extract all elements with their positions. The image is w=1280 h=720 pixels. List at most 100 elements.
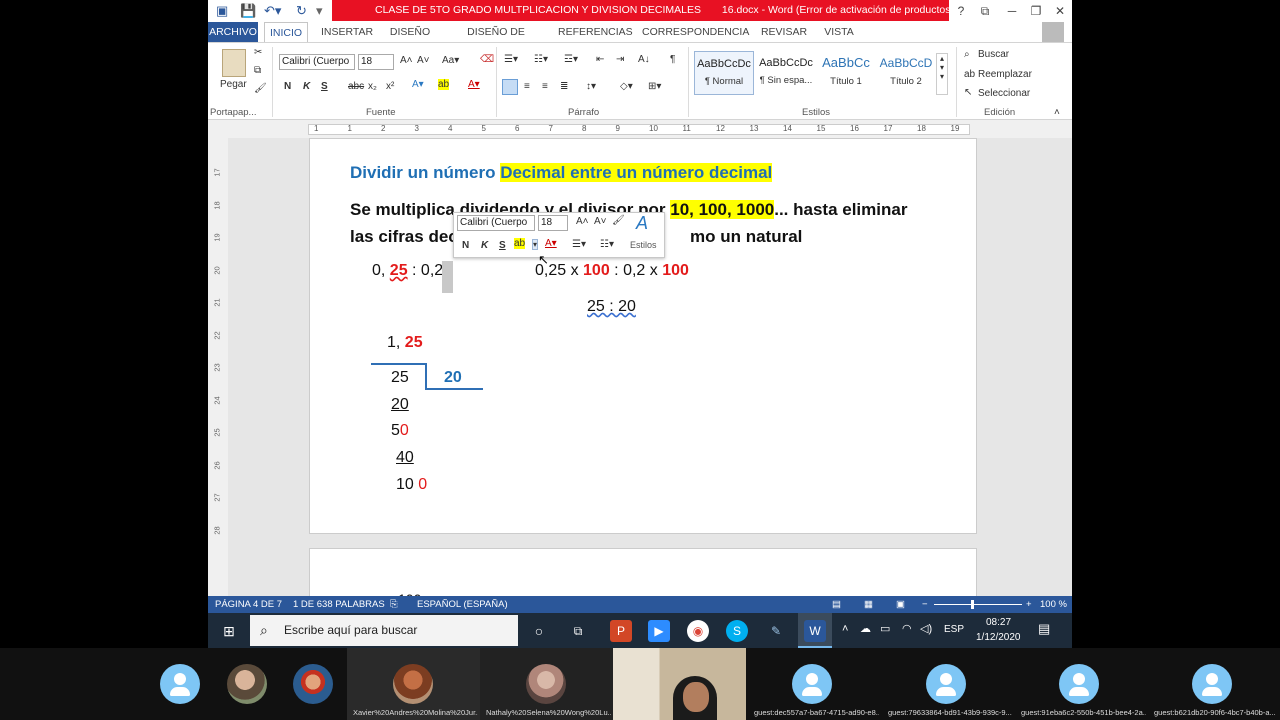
style-normal[interactable]: AaBbCcDc ¶ Normal	[694, 51, 754, 95]
help-button[interactable]: ?	[951, 2, 971, 20]
volume-icon[interactable]: ◁)	[920, 622, 932, 635]
wifi-icon[interactable]: ◠	[902, 622, 912, 635]
cut-icon[interactable]: ✂	[254, 47, 262, 58]
onedrive-icon[interactable]: ☁	[860, 622, 871, 635]
mini-highlight-dropdown[interactable]: ▾	[532, 239, 539, 250]
maximize-button[interactable]: ❐	[1026, 2, 1046, 20]
style-sin-espaciado[interactable]: AaBbCcDc ¶ Sin espa...	[756, 51, 816, 95]
find-button[interactable]: Buscar	[978, 49, 1009, 60]
mini-font-combo[interactable]: Calibri (Cuerpo	[457, 215, 535, 231]
justify-icon[interactable]: ≣	[560, 81, 568, 92]
bullets-icon[interactable]: ☰▾	[504, 54, 518, 65]
tab-archivo[interactable]: ARCHIVO	[208, 22, 258, 42]
align-right-icon[interactable]: ≡	[542, 81, 548, 92]
read-mode-icon[interactable]: ▤	[832, 596, 841, 613]
windows-start-icon[interactable]: ⊞	[218, 620, 240, 642]
paste-icon[interactable]	[222, 49, 246, 77]
font-name-combo[interactable]: Calibri (Cuerpo	[279, 54, 355, 70]
tab-revisar[interactable]: REVISAR	[758, 22, 810, 42]
change-case-icon[interactable]: Aa▾	[442, 55, 459, 66]
strikethrough-button[interactable]: abc	[348, 81, 364, 92]
participant-video-tile[interactable]	[613, 648, 746, 720]
font-color-icon[interactable]: A▾	[468, 79, 480, 90]
proofing-icon[interactable]: ⎘	[390, 596, 398, 613]
participant-tile[interactable]: Nathaly%20Selena%20Wong%20Lu...	[480, 648, 613, 720]
superscript-button[interactable]: x²	[386, 81, 394, 92]
line-spacing-icon[interactable]: ↕▾	[586, 81, 596, 92]
language[interactable]: ESPAÑOL (ESPAÑA)	[417, 596, 508, 613]
sort-icon[interactable]: A↓	[638, 54, 650, 65]
horizontal-ruler[interactable]: 1 1 2 3 4 5 6 7 8 9 10 11 12 13 14 15 16 17 18 19	[208, 120, 1072, 138]
mini-highlight-icon[interactable]: ab	[514, 238, 526, 249]
close-button[interactable]: ✕	[1050, 2, 1070, 20]
mini-styles-icon[interactable]: A	[636, 213, 648, 234]
styles-more-button[interactable]: ▴ ▾ ▾	[936, 53, 948, 95]
highlight-icon[interactable]: ab	[438, 79, 450, 90]
powerpoint-icon[interactable]: P	[610, 620, 632, 642]
zoom-app-icon[interactable]: ▶	[648, 620, 670, 642]
mini-shrink-font-icon[interactable]: A˅	[594, 216, 607, 227]
decrease-indent-icon[interactable]: ⇤	[596, 54, 604, 65]
notifications-icon[interactable]: ▤	[1038, 621, 1050, 637]
taskbar-search[interactable]: ⌕ Escribe aquí para buscar	[250, 615, 518, 646]
mini-numbering-icon[interactable]: ☷▾	[600, 239, 614, 250]
clock-date[interactable]: 1/12/2020	[976, 632, 1021, 643]
page-count[interactable]: PÁGINA 4 DE 7	[215, 596, 282, 613]
web-layout-icon[interactable]: ▣	[896, 596, 905, 613]
zoom-slider[interactable]	[934, 604, 1022, 605]
zoom-out-icon[interactable]: −	[922, 596, 928, 613]
undo-icon[interactable]: ↶▾	[264, 2, 281, 20]
chrome-icon[interactable]: ◉	[687, 620, 709, 642]
ribbon-display-icon[interactable]: ⧉	[975, 2, 995, 20]
mini-bullets-icon[interactable]: ☰▾	[572, 239, 586, 250]
save-icon[interactable]: 💾	[240, 2, 256, 20]
copy-icon[interactable]: ⧉	[254, 65, 261, 76]
select-button[interactable]: Seleccionar	[978, 88, 1030, 99]
align-center-icon[interactable]: ≡	[524, 81, 530, 92]
replace-button[interactable]: Reemplazar	[978, 69, 1032, 80]
participant-tile[interactable]: guest:79633864-bd91-43b9-939c-9...	[880, 648, 1013, 720]
increase-indent-icon[interactable]: ⇥	[616, 54, 624, 65]
zoom-in-icon[interactable]: +	[1026, 596, 1032, 613]
format-painter-icon[interactable]: 🖌	[254, 83, 267, 94]
mini-italic-button[interactable]: K	[481, 240, 488, 251]
input-language[interactable]: ESP	[944, 624, 964, 635]
minimize-button[interactable]: ─	[1002, 2, 1022, 20]
style-titulo-2[interactable]: AaBbCcD Título 2	[876, 51, 936, 95]
tab-correspondencia[interactable]: CORRESPONDENCIA	[642, 22, 749, 42]
user-avatar[interactable]	[1042, 22, 1064, 42]
tab-diseno-pagina[interactable]: DISEÑO DE PÁGINA	[446, 22, 546, 58]
bold-button[interactable]: N	[284, 81, 291, 92]
tray-chevron-icon[interactable]: ˄	[842, 623, 848, 635]
customize-qat-icon[interactable]: ▾	[316, 2, 323, 20]
zoom-level[interactable]: 100 %	[1040, 596, 1067, 613]
shrink-font-icon[interactable]: A˅	[417, 55, 430, 66]
mini-underline-button[interactable]: S	[499, 240, 506, 251]
style-titulo-1[interactable]: AaBbCc Título 1	[816, 51, 876, 95]
tab-referencias[interactable]: REFERENCIAS	[558, 22, 633, 42]
italic-button[interactable]: K	[303, 81, 310, 92]
skype-icon[interactable]: S	[726, 620, 748, 642]
participant-tile[interactable]: Xavier%20Andres%20Molina%20Jur...	[347, 648, 480, 720]
tab-insertar[interactable]: INSERTAR	[320, 22, 374, 42]
tab-inicio[interactable]: INICIO	[264, 22, 308, 42]
document-page[interactable]: Dividir un número Decimal entre un númer…	[309, 138, 977, 534]
word-count[interactable]: 1 DE 638 PALABRAS	[293, 596, 385, 613]
multilevel-list-icon[interactable]: ☲▾	[564, 54, 578, 65]
clock-time[interactable]: 08:27	[986, 617, 1011, 628]
participant-tile[interactable]: guest:91eba6c2-550b-451b-bee4-2a...	[1013, 648, 1146, 720]
subscript-button[interactable]: x₂	[368, 81, 377, 92]
mini-styles-label[interactable]: Estilos	[630, 240, 657, 250]
shading-icon[interactable]: ◇▾	[620, 81, 633, 92]
numbering-icon[interactable]: ☷▾	[534, 54, 548, 65]
align-left-button[interactable]	[502, 79, 518, 95]
mini-size-combo[interactable]: 18	[538, 215, 568, 231]
battery-icon[interactable]: ▭	[880, 622, 890, 635]
print-layout-icon[interactable]: ▦	[864, 596, 873, 613]
mini-bold-button[interactable]: N	[462, 240, 469, 251]
pen-app-icon[interactable]: ✎	[765, 620, 787, 642]
underline-button[interactable]: S	[321, 81, 328, 92]
clear-format-icon[interactable]: ⌫	[480, 54, 494, 65]
redo-icon[interactable]: ↻	[296, 2, 307, 20]
grow-font-icon[interactable]: A˄	[400, 55, 413, 66]
